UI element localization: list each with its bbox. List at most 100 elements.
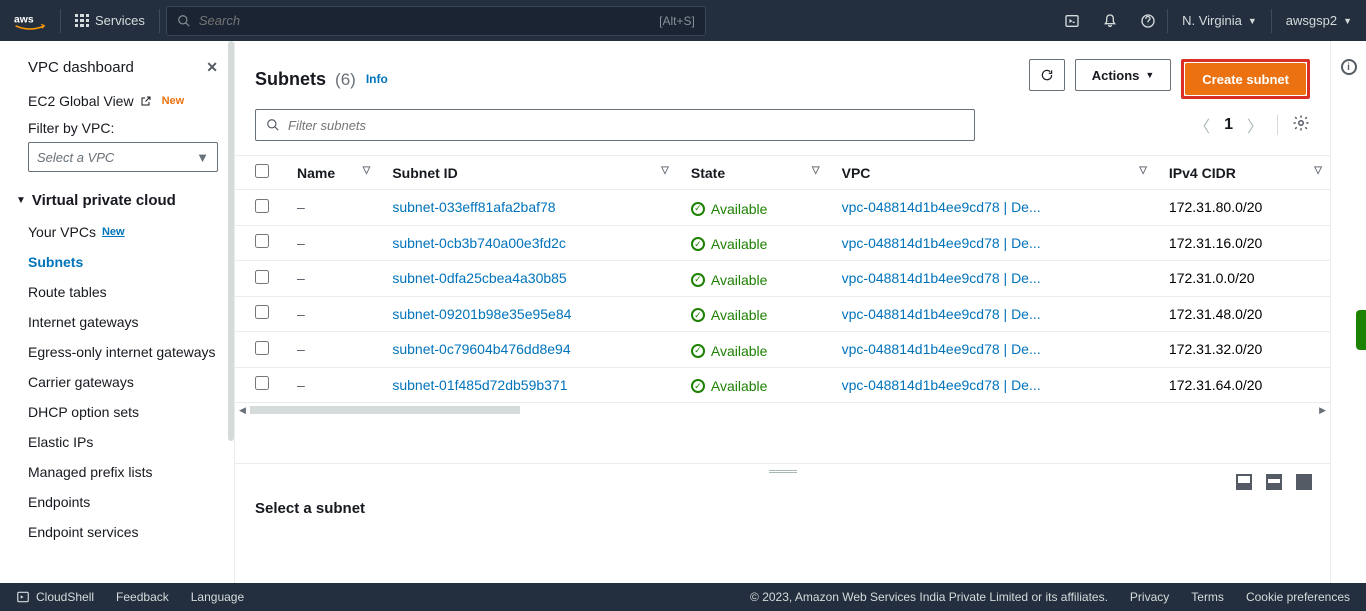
resize-handle[interactable] bbox=[769, 470, 797, 473]
table-row[interactable]: –subnet-09201b98e35e95e84✓Availablevpc-0… bbox=[235, 296, 1330, 332]
search-icon bbox=[177, 14, 191, 28]
grid-icon bbox=[75, 14, 89, 28]
scroll-right-icon[interactable]: ▶ bbox=[1319, 405, 1326, 416]
table-row[interactable]: –subnet-033eff81afa2baf78✓Availablevpc-0… bbox=[235, 190, 1330, 226]
cell-vpc: vpc-048814d1b4ee9cd78 | De... bbox=[828, 332, 1155, 368]
sidebar-item-elastic-ips[interactable]: Elastic IPs bbox=[0, 427, 234, 457]
cloudshell-link[interactable]: CloudShell bbox=[16, 590, 94, 604]
aws-logo[interactable]: aws bbox=[0, 11, 60, 31]
table-row[interactable]: –subnet-01f485d72db59b371✓Availablevpc-0… bbox=[235, 367, 1330, 403]
sidebar-item-endpoint-services[interactable]: Endpoint services bbox=[0, 517, 234, 547]
actions-dropdown[interactable]: Actions ▼ bbox=[1075, 59, 1172, 91]
vpc-link[interactable]: vpc-048814d1b4ee9cd78 | De... bbox=[842, 341, 1041, 357]
layout-bottom-icon[interactable] bbox=[1236, 474, 1252, 490]
sidebar-item-route-tables[interactable]: Route tables bbox=[0, 277, 234, 307]
column-header-ipv4-cidr[interactable]: IPv4 CIDR▽ bbox=[1155, 156, 1330, 190]
privacy-link[interactable]: Privacy bbox=[1130, 590, 1169, 604]
feedback-link[interactable]: Feedback bbox=[116, 590, 169, 604]
feedback-tab[interactable] bbox=[1356, 310, 1366, 350]
cell-state: ✓Available bbox=[677, 261, 828, 297]
create-subnet-button[interactable]: Create subnet bbox=[1185, 63, 1306, 95]
notifications-icon-button[interactable] bbox=[1091, 0, 1129, 41]
column-header-subnet-id[interactable]: Subnet ID▽ bbox=[378, 156, 677, 190]
filter-subnets-input[interactable] bbox=[288, 118, 964, 133]
layout-split-icon[interactable] bbox=[1266, 474, 1282, 490]
user-menu[interactable]: awsgsp2 ▼ bbox=[1272, 0, 1366, 41]
vpc-link[interactable]: vpc-048814d1b4ee9cd78 | De... bbox=[842, 270, 1041, 286]
vpc-link[interactable]: vpc-048814d1b4ee9cd78 | De... bbox=[842, 199, 1041, 215]
vpc-link[interactable]: vpc-048814d1b4ee9cd78 | De... bbox=[842, 235, 1041, 251]
vpc-link[interactable]: vpc-048814d1b4ee9cd78 | De... bbox=[842, 306, 1041, 322]
user-label: awsgsp2 bbox=[1286, 13, 1337, 28]
settings-button[interactable] bbox=[1292, 114, 1310, 137]
table-row[interactable]: –subnet-0cb3b740a00e3fd2c✓Availablevpc-0… bbox=[235, 225, 1330, 261]
filter-subnets-input-wrap[interactable] bbox=[255, 109, 975, 141]
terms-link[interactable]: Terms bbox=[1191, 590, 1224, 604]
subnet-id-link[interactable]: subnet-033eff81afa2baf78 bbox=[392, 199, 555, 215]
subnet-id-link[interactable]: subnet-09201b98e35e95e84 bbox=[392, 306, 571, 322]
ec2-global-label: EC2 Global View bbox=[28, 93, 134, 109]
column-header-name[interactable]: Name▽ bbox=[283, 156, 378, 190]
vpc-link[interactable]: vpc-048814d1b4ee9cd78 | De... bbox=[842, 377, 1041, 393]
next-page-button[interactable]: 〉 bbox=[1247, 113, 1263, 137]
column-header-vpc[interactable]: VPC▽ bbox=[828, 156, 1155, 190]
detail-panel: Select a subnet bbox=[235, 463, 1330, 583]
vpc-filter-select[interactable]: Select a VPC ▼ bbox=[28, 142, 218, 172]
count: (6) bbox=[335, 70, 356, 89]
sidebar-item-egress-only-internet-gateways[interactable]: Egress-only internet gateways bbox=[0, 337, 234, 367]
ec2-global-view-link[interactable]: EC2 Global View bbox=[0, 86, 234, 116]
sidebar-item-endpoints[interactable]: Endpoints bbox=[0, 487, 234, 517]
row-checkbox[interactable] bbox=[255, 341, 269, 355]
cell-subnet-id: subnet-0cb3b740a00e3fd2c bbox=[378, 225, 677, 261]
refresh-button[interactable] bbox=[1029, 59, 1065, 91]
table-row[interactable]: –subnet-0c79604b476dd8e94✓Availablevpc-0… bbox=[235, 332, 1330, 368]
subnets-table: Name▽Subnet ID▽State▽VPC▽IPv4 CIDR▽ –sub… bbox=[235, 156, 1330, 403]
info-link[interactable]: Info bbox=[366, 72, 388, 86]
subnet-id-link[interactable]: subnet-0dfa25cbea4a30b85 bbox=[392, 270, 566, 286]
cell-state: ✓Available bbox=[677, 190, 828, 226]
vpc-select-placeholder: Select a VPC bbox=[37, 150, 114, 165]
info-panel-toggle[interactable]: i bbox=[1341, 59, 1357, 75]
scroll-thumb[interactable] bbox=[250, 406, 520, 414]
layout-full-icon[interactable] bbox=[1296, 474, 1312, 490]
cell-subnet-id: subnet-0dfa25cbea4a30b85 bbox=[378, 261, 677, 297]
select-all-checkbox[interactable] bbox=[255, 164, 269, 178]
search-input[interactable] bbox=[199, 13, 659, 28]
sidebar-dashboard-link[interactable]: VPC dashboard bbox=[28, 59, 134, 76]
sidebar-item-label: Route tables bbox=[28, 284, 107, 300]
subnet-id-link[interactable]: subnet-01f485d72db59b371 bbox=[392, 377, 567, 393]
cell-vpc: vpc-048814d1b4ee9cd78 | De... bbox=[828, 367, 1155, 403]
new-badge: New bbox=[102, 226, 125, 238]
sidebar-item-dhcp-option-sets[interactable]: DHCP option sets bbox=[0, 397, 234, 427]
caret-down-icon: ▼ bbox=[1248, 16, 1257, 26]
close-sidebar-icon[interactable]: ✕ bbox=[206, 59, 218, 76]
region-selector[interactable]: N. Virginia ▼ bbox=[1168, 0, 1271, 41]
scroll-track[interactable] bbox=[250, 406, 1315, 414]
sidebar-group-vpc[interactable]: ▼ Virtual private cloud bbox=[0, 184, 234, 217]
table-row[interactable]: –subnet-0dfa25cbea4a30b85✓Availablevpc-0… bbox=[235, 261, 1330, 297]
sidebar-item-subnets[interactable]: Subnets bbox=[0, 247, 234, 277]
services-menu[interactable]: Services bbox=[61, 13, 159, 28]
check-circle-icon: ✓ bbox=[691, 237, 705, 251]
cookie-preferences-link[interactable]: Cookie preferences bbox=[1246, 590, 1350, 604]
sidebar-item-internet-gateways[interactable]: Internet gateways bbox=[0, 307, 234, 337]
subnet-id-link[interactable]: subnet-0c79604b476dd8e94 bbox=[392, 341, 570, 357]
row-checkbox[interactable] bbox=[255, 199, 269, 213]
cloudshell-icon-button[interactable] bbox=[1053, 0, 1091, 41]
global-search[interactable]: [Alt+S] bbox=[166, 6, 706, 36]
row-checkbox[interactable] bbox=[255, 234, 269, 248]
cell-name: – bbox=[283, 296, 378, 332]
sidebar-item-your-vpcs[interactable]: Your VPCsNew bbox=[0, 217, 234, 247]
prev-page-button[interactable]: 〈 bbox=[1194, 113, 1210, 137]
row-checkbox[interactable] bbox=[255, 376, 269, 390]
horizontal-scrollbar[interactable]: ◀ ▶ bbox=[235, 403, 1330, 417]
row-checkbox[interactable] bbox=[255, 270, 269, 284]
language-link[interactable]: Language bbox=[191, 590, 244, 604]
column-header-state[interactable]: State▽ bbox=[677, 156, 828, 190]
scroll-left-icon[interactable]: ◀ bbox=[239, 405, 246, 416]
subnet-id-link[interactable]: subnet-0cb3b740a00e3fd2c bbox=[392, 235, 566, 251]
sidebar-item-managed-prefix-lists[interactable]: Managed prefix lists bbox=[0, 457, 234, 487]
help-icon-button[interactable] bbox=[1129, 0, 1167, 41]
row-checkbox[interactable] bbox=[255, 305, 269, 319]
sidebar-item-carrier-gateways[interactable]: Carrier gateways bbox=[0, 367, 234, 397]
